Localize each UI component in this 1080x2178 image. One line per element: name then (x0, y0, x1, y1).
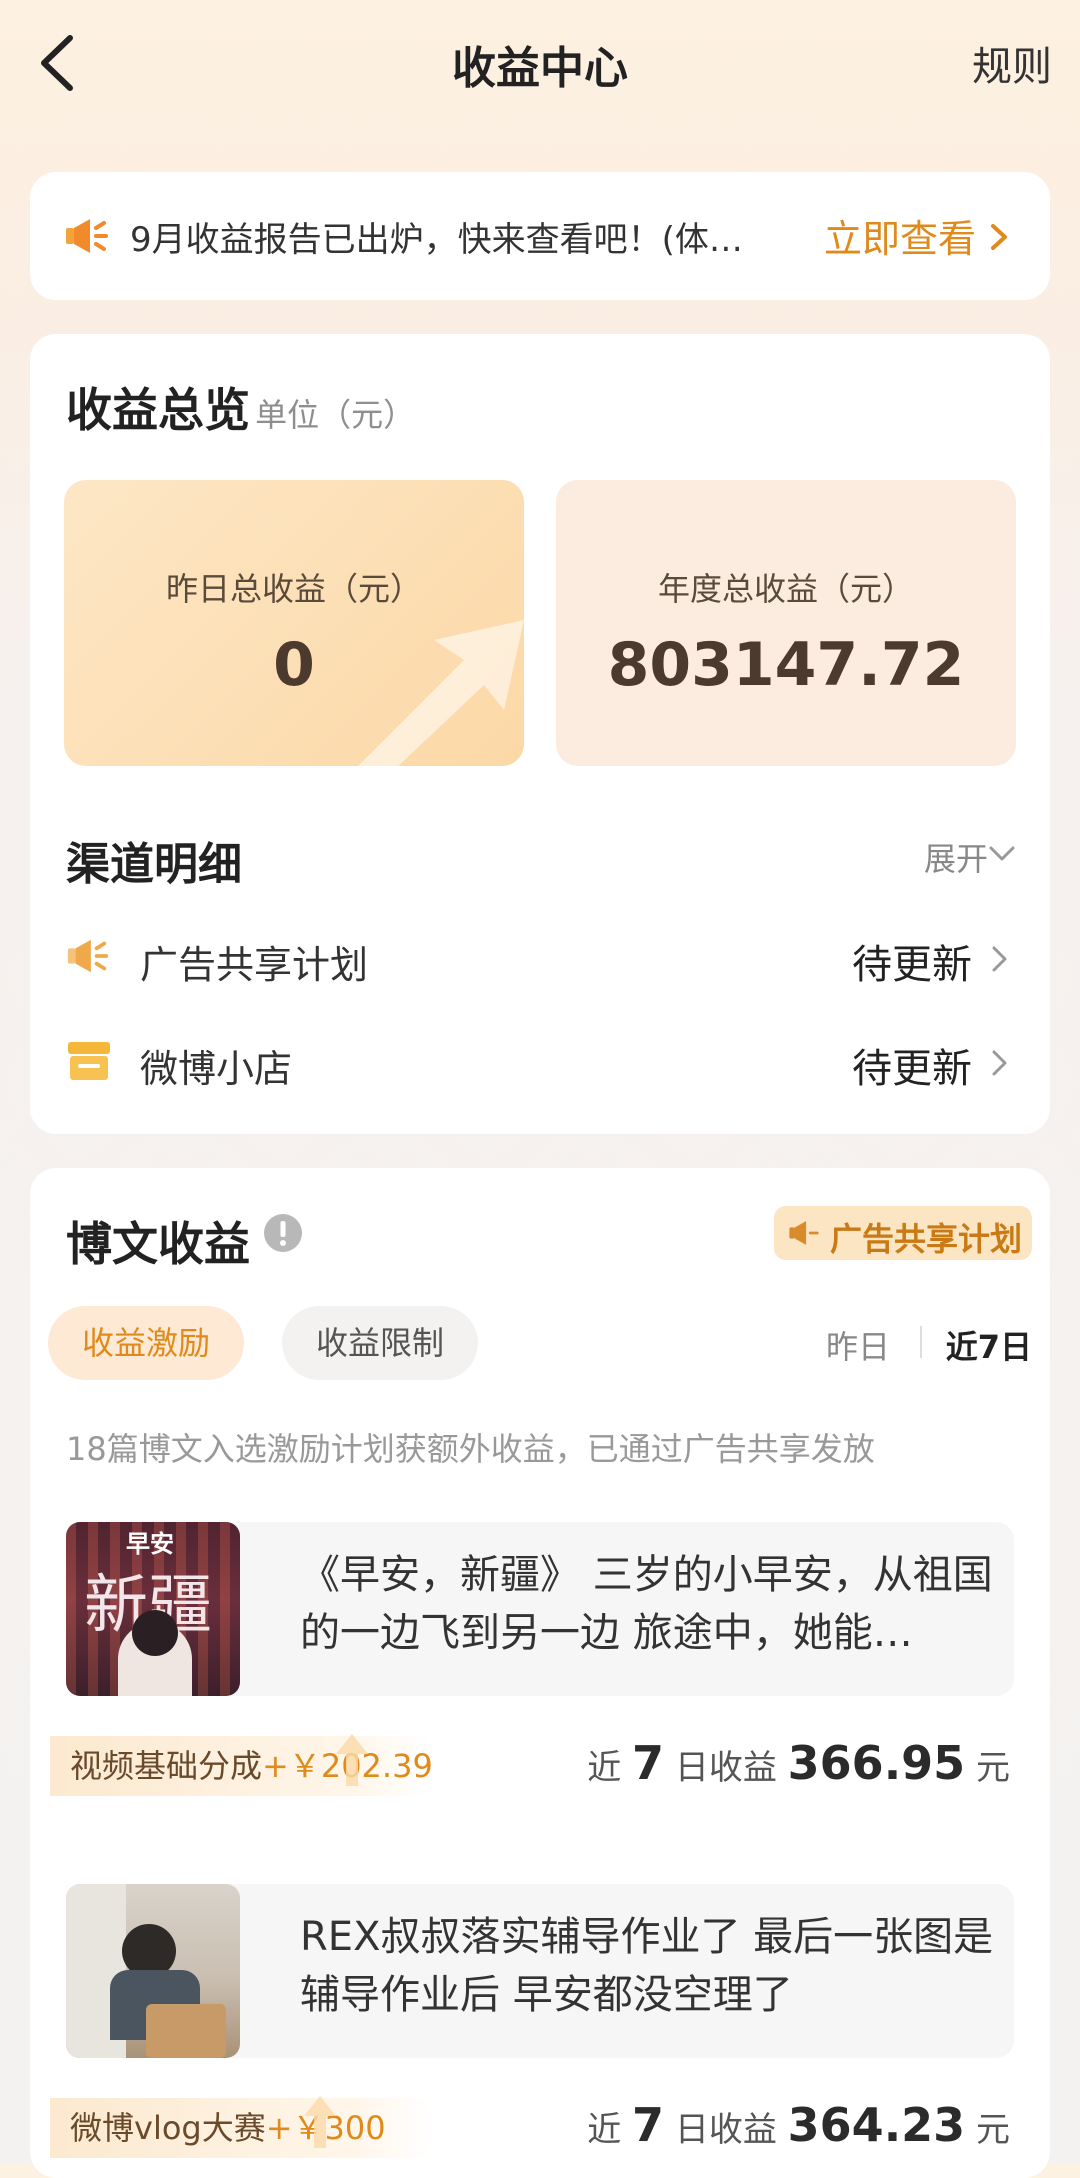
yesterday-value: 0 (273, 630, 315, 700)
yesterday-earnings-box[interactable]: 昨日总收益（元） 0 (64, 480, 524, 766)
tab-limit[interactable]: 收益限制 (282, 1306, 478, 1380)
channel-label: 微博小店 (140, 1047, 293, 1091)
post-tag-label: 微博vlog大赛 (70, 2109, 266, 2147)
earnings-overview-card: 收益总览 单位（元） 昨日总收益（元） 0 年度总收益（元） 803147.72… (30, 334, 1050, 1134)
channel-row-ad-sharing[interactable]: 广告共享计划 待更新 (30, 914, 1050, 1004)
earn-prefix: 近 (587, 2110, 622, 2150)
incentive-note: 18篇博文入选激励计划获额外收益，已通过广告共享发放 (66, 1430, 875, 1468)
earn-mid: 日收益 (674, 2110, 777, 2150)
post-earnings-title: 博文收益 (66, 1217, 250, 1271)
ad-sharing-badge: 广告共享计划 (774, 1206, 1032, 1260)
info-icon[interactable] (262, 1212, 304, 1254)
post-thumbnail[interactable] (66, 1884, 240, 2058)
earn-value: 366.95 (787, 1736, 966, 1790)
post-item[interactable]: 早安 新疆 《早安，新疆》 三岁的小早安，从祖国的一边飞到另一边 旅途中，她能… (66, 1522, 1014, 1696)
post-earnings: 近 7 日收益 366.95 元 (587, 1736, 1010, 1790)
post-earnings-card: 博文收益 广告共享计划 收益激励 收益限制 昨日 近7日 18篇博文入选激励计划… (30, 1168, 1050, 2178)
nav-bar: 收益中心 规则 (0, 0, 1080, 130)
overview-title: 收益总览 (66, 383, 250, 437)
post-text: 《早安，新疆》 三岁的小早安，从祖国的一边飞到另一边 旅途中，她能… (300, 1552, 993, 1656)
speaker-icon (66, 219, 108, 253)
page-title: 收益中心 (452, 43, 628, 94)
channel-status: 待更新 (852, 942, 972, 988)
earn-unit: 元 (976, 1748, 1010, 1788)
annual-earnings-box[interactable]: 年度总收益（元） 803147.72 (556, 480, 1016, 766)
post-tag-label: 视频基础分成 (70, 1747, 263, 1785)
post-earnings: 近 7 日收益 364.23 元 (587, 2098, 1010, 2152)
range-yesterday[interactable]: 昨日 (826, 1322, 890, 1368)
notice-text: 9月收益报告已出炉，快来查看吧！(体… (130, 220, 743, 260)
earn-prefix: 近 (587, 1748, 622, 1788)
tab-incentive[interactable]: 收益激励 (48, 1306, 244, 1380)
chevron-down-icon[interactable] (988, 844, 1016, 864)
chevron-right-icon (992, 1050, 1007, 1076)
annual-label: 年度总收益（元） (657, 570, 914, 608)
arrow-up-icon (336, 1734, 368, 1786)
range-divider (920, 1326, 922, 1358)
post-item[interactable]: REX叔叔落实辅导作业了 最后一张图是辅导作业后 早安都没空理了 (66, 1884, 1014, 2058)
post-text: REX叔叔落实辅导作业了 最后一张图是辅导作业后 早安都没空理了 (300, 1914, 994, 2018)
earn-unit: 元 (976, 2110, 1010, 2150)
rules-link[interactable]: 规则 (972, 34, 1052, 92)
channels-title: 渠道明细 (66, 839, 242, 890)
badge-label: 广告共享计划 (830, 1220, 1023, 1258)
post-tag: 视频基础分成+￥202.39 (50, 1736, 433, 1796)
megaphone-icon (67, 939, 109, 973)
shop-icon (68, 1042, 110, 1080)
chevron-right-icon (992, 946, 1007, 972)
overview-unit: 单位（元） (255, 396, 416, 434)
channel-row-weibo-shop[interactable]: 微博小店 待更新 (30, 1018, 1050, 1108)
channel-label: 广告共享计划 (140, 943, 369, 987)
chevron-right-icon (991, 224, 1007, 250)
earn-days: 7 (632, 1736, 665, 1790)
view-now-link[interactable]: 立即查看 (824, 208, 976, 263)
child-head (132, 1610, 178, 1656)
yesterday-label: 昨日总收益（元） (165, 570, 422, 608)
earn-days: 7 (632, 2098, 665, 2152)
expand-toggle[interactable]: 展开 (924, 834, 988, 880)
earn-value: 364.23 (787, 2098, 966, 2152)
range-last7[interactable]: 近7日 (946, 1322, 1032, 1368)
chair (146, 2004, 226, 2058)
earn-mid: 日收益 (674, 1748, 777, 1788)
channel-status: 待更新 (852, 1046, 972, 1092)
notice-banner[interactable]: 9月收益报告已出炉，快来查看吧！(体… 立即查看 (30, 172, 1050, 300)
annual-value: 803147.72 (607, 630, 965, 700)
megaphone-icon (789, 1221, 819, 1245)
arrow-up-icon (304, 2096, 336, 2148)
post-tag: 微博vlog大赛+￥300 (50, 2098, 430, 2158)
post-thumbnail[interactable]: 早安 新疆 (66, 1522, 240, 1696)
